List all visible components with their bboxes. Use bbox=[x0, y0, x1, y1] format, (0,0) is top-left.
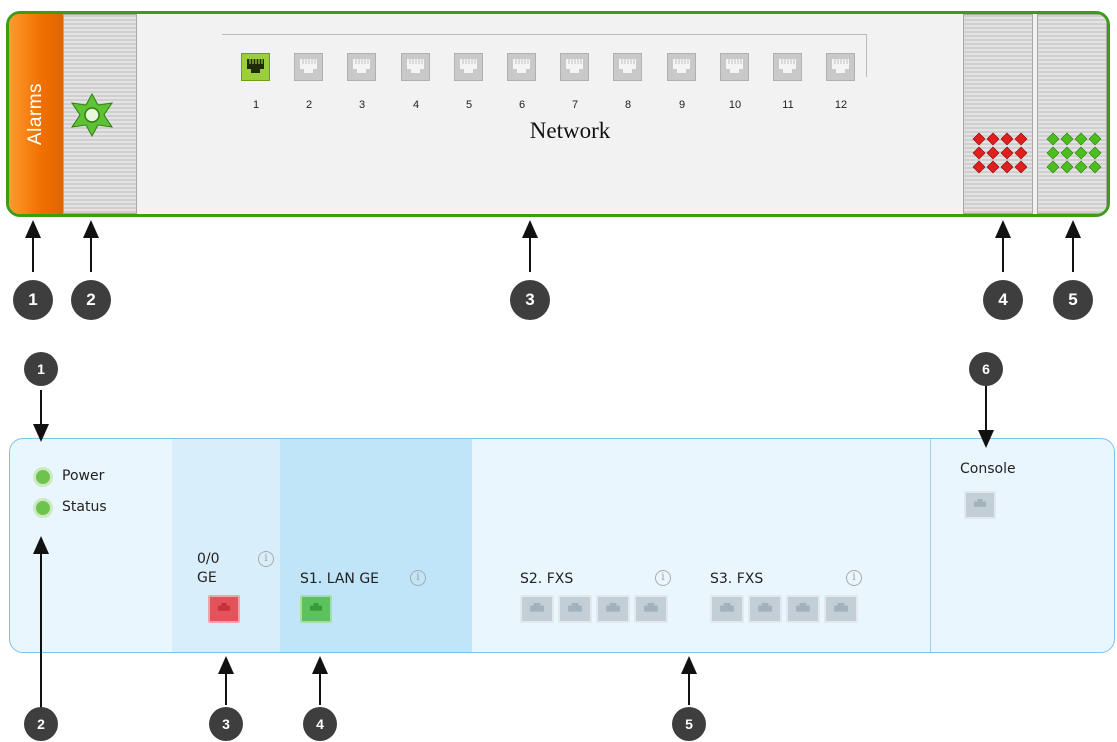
ethernet-port-icon bbox=[454, 53, 483, 81]
ethernet-port-icon bbox=[667, 53, 696, 81]
alarms-label: Alarms bbox=[25, 82, 46, 146]
ge-port-red[interactable] bbox=[208, 595, 240, 623]
fxs2-port-2[interactable] bbox=[558, 595, 592, 623]
network-port-number: 6 bbox=[518, 99, 526, 111]
lan-ge-label: S1. LAN GE bbox=[300, 571, 380, 587]
network-port-number: 5 bbox=[465, 99, 473, 111]
fxs3-info-icon[interactable]: i bbox=[846, 570, 862, 586]
network-port-8[interactable] bbox=[613, 53, 642, 81]
network-port-12[interactable] bbox=[826, 53, 855, 81]
callout-marker-bottom-3: 3 bbox=[209, 707, 243, 741]
ethernet-port-icon bbox=[560, 53, 589, 81]
fxs3-port-1[interactable] bbox=[710, 595, 744, 623]
fxs3-port-3[interactable] bbox=[786, 595, 820, 623]
device-module-panel: Power Status 0/0 GE i S1. LAN GE i S2. F… bbox=[9, 438, 1115, 653]
callout-marker-top-3: 3 bbox=[510, 280, 550, 320]
ethernet-port-icon bbox=[773, 53, 802, 81]
network-port-number: 12 bbox=[834, 99, 848, 111]
callout-marker-bottom-1: 1 bbox=[24, 352, 58, 386]
ethernet-port-icon bbox=[401, 53, 430, 81]
callout-marker-top-5: 5 bbox=[1053, 280, 1093, 320]
callout-marker-bottom-2: 2 bbox=[24, 707, 58, 741]
power-led bbox=[33, 467, 53, 487]
network-port-6[interactable] bbox=[507, 53, 536, 81]
system-status-gear-icon[interactable] bbox=[68, 91, 116, 139]
fxs3-label: S3. FXS bbox=[710, 571, 764, 587]
fxs3-port-4[interactable] bbox=[824, 595, 858, 623]
network-port-4[interactable] bbox=[401, 53, 430, 81]
ok-indicator-panel[interactable] bbox=[1037, 14, 1107, 214]
ethernet-port-icon bbox=[294, 53, 323, 81]
network-label: Network bbox=[529, 118, 611, 143]
red-diamond-grid-icon bbox=[972, 132, 1028, 174]
power-label: Power bbox=[62, 468, 105, 484]
ethernet-port-icon bbox=[826, 53, 855, 81]
callout-marker-bottom-5: 5 bbox=[672, 707, 706, 741]
network-port-1[interactable] bbox=[241, 53, 270, 81]
callout-marker-top-4: 4 bbox=[983, 280, 1023, 320]
fxs2-port-4[interactable] bbox=[634, 595, 668, 623]
fxs3-port-2[interactable] bbox=[748, 595, 782, 623]
green-diamond-grid-icon bbox=[1046, 132, 1102, 174]
console-divider bbox=[930, 439, 931, 652]
network-port-number: 2 bbox=[305, 99, 313, 111]
network-port-11[interactable] bbox=[773, 53, 802, 81]
lan-info-icon[interactable]: i bbox=[410, 570, 426, 586]
network-port-3[interactable] bbox=[347, 53, 376, 81]
callout-marker-top-2: 2 bbox=[71, 280, 111, 320]
callout-marker-bottom-6: 6 bbox=[969, 352, 1003, 386]
console-port[interactable] bbox=[964, 491, 996, 519]
network-port-number: 4 bbox=[412, 99, 420, 111]
callout-marker-top-1: 1 bbox=[13, 280, 53, 320]
fxs2-label: S2. FXS bbox=[520, 571, 574, 587]
fxs2-port-1[interactable] bbox=[520, 595, 554, 623]
fxs2-port-3[interactable] bbox=[596, 595, 630, 623]
network-port-7[interactable] bbox=[560, 53, 589, 81]
lan-ge-port-green[interactable] bbox=[300, 595, 332, 623]
network-port-10[interactable] bbox=[720, 53, 749, 81]
ge-info-icon[interactable]: i bbox=[258, 551, 274, 567]
callout-marker-bottom-4: 4 bbox=[303, 707, 337, 741]
alarms-button[interactable]: Alarms bbox=[9, 14, 64, 214]
network-port-5[interactable] bbox=[454, 53, 483, 81]
status-label: Status bbox=[62, 499, 107, 515]
ethernet-port-icon bbox=[613, 53, 642, 81]
network-port-number: 8 bbox=[624, 99, 632, 111]
network-port-number: 3 bbox=[358, 99, 366, 111]
console-label: Console bbox=[960, 461, 1016, 477]
network-port-number: 1 bbox=[252, 99, 260, 111]
alarm-indicator-panel[interactable] bbox=[963, 14, 1033, 214]
network-port-2[interactable] bbox=[294, 53, 323, 81]
fxs2-info-icon[interactable]: i bbox=[655, 570, 671, 586]
status-led bbox=[33, 498, 53, 518]
ge-slot-label: 0/0 bbox=[197, 551, 220, 567]
ethernet-port-icon bbox=[241, 53, 270, 81]
network-port-number: 7 bbox=[571, 99, 579, 111]
network-port-number: 11 bbox=[782, 99, 794, 111]
ethernet-port-icon bbox=[507, 53, 536, 81]
ge-type-label: GE bbox=[197, 570, 217, 586]
ethernet-port-icon bbox=[720, 53, 749, 81]
network-port-number: 10 bbox=[728, 99, 742, 111]
network-port-9[interactable] bbox=[667, 53, 696, 81]
network-port-number: 9 bbox=[678, 99, 686, 111]
ethernet-port-icon bbox=[347, 53, 376, 81]
